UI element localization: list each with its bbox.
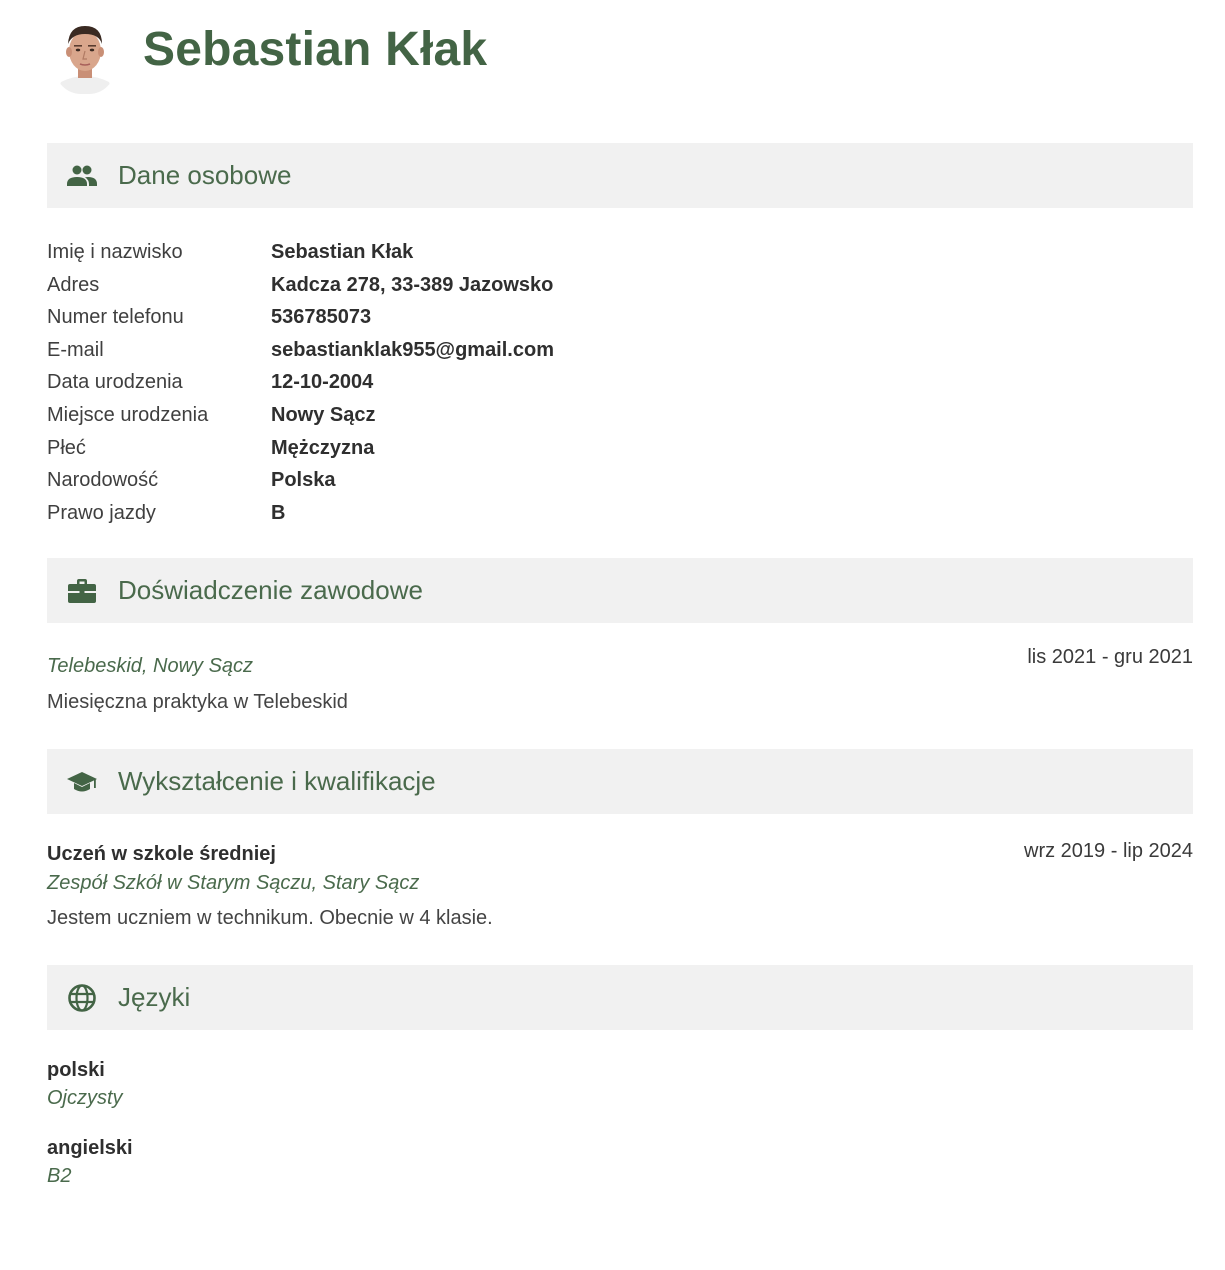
section-title-personal: Dane osobowe: [118, 160, 292, 190]
field-value: Sebastian Kłak: [271, 241, 414, 263]
section-title-education: Wykształcenie i kwalifikacje: [118, 766, 436, 796]
entry-description: Miesięczna praktyka w Telebeskid: [47, 691, 348, 713]
people-icon: [66, 161, 98, 191]
language-name: polski: [47, 1059, 105, 1081]
personal-row-email: E-mail sebastianklak955@gmail.com: [47, 336, 847, 369]
field-value: Nowy Sącz: [271, 403, 376, 426]
graduation-cap-icon: [66, 767, 98, 797]
entry-date: lis 2021 - gru 2021: [1027, 646, 1193, 668]
briefcase-icon: [66, 576, 98, 606]
language-level: B2: [47, 1165, 72, 1187]
field-label: Płeć: [47, 436, 86, 459]
field-label: Numer telefonu: [47, 306, 184, 329]
section-title-languages: Języki: [118, 982, 191, 1012]
field-value: B: [271, 501, 286, 524]
page-title: Sebastian Kłak: [143, 23, 488, 76]
field-value: 536785073: [271, 306, 372, 329]
language-level: Ojczysty: [47, 1087, 123, 1109]
entry-title: Uczeń w szkole średniej: [47, 843, 276, 865]
personal-data-list: Imię i nazwisko Sebastian Kłak Adres Kad…: [47, 238, 847, 531]
language-item: angielski B2: [47, 1137, 133, 1188]
language-name: angielski: [47, 1137, 133, 1159]
field-label: Imię i nazwisko: [47, 241, 183, 263]
personal-row-license: Prawo jazdy B: [47, 499, 847, 532]
field-label: Adres: [47, 273, 100, 296]
personal-row-address: Adres Kadcza 278, 33-389 Jazowsko: [47, 271, 847, 304]
field-value: sebastianklak955@gmail.com: [271, 338, 554, 361]
field-label: Data urodzenia: [47, 371, 183, 394]
field-value: 12-10-2004: [271, 371, 374, 394]
personal-row-phone: Numer telefonu 536785073: [47, 303, 847, 336]
cv-header: Sebastian Kłak: [47, 0, 1193, 110]
entry-description: Jestem uczniem w technikum. Obecnie w 4 …: [47, 907, 493, 929]
avatar: [55, 20, 115, 94]
section-title-experience: Doświadczenie zawodowe: [118, 575, 423, 605]
cv-page: Sebastian Kłak Dane osobowe Imię i nazwi…: [47, 0, 1193, 1187]
field-value: Mężczyzna: [271, 436, 375, 459]
field-label: Miejsce urodzenia: [47, 403, 209, 426]
language-item: polski Ojczysty: [47, 1059, 123, 1110]
entry-organization: Zespół Szkół w Starym Sączu, Stary Sącz: [47, 872, 420, 894]
personal-row-birthplace: Miejsce urodzenia Nowy Sącz: [47, 401, 847, 434]
section-header-experience: Doświadczenie zawodowe: [47, 558, 1193, 623]
field-label: Narodowość: [47, 469, 159, 492]
field-value: Polska: [271, 469, 336, 492]
globe-icon: [66, 983, 98, 1013]
field-value: Kadcza 278, 33-389 Jazowsko: [271, 273, 554, 296]
entry-date: wrz 2019 - lip 2024: [1024, 840, 1193, 862]
field-label: Prawo jazdy: [47, 501, 156, 524]
personal-row-name: Imię i nazwisko Sebastian Kłak: [47, 238, 847, 271]
personal-row-birthdate: Data urodzenia 12-10-2004: [47, 368, 847, 401]
personal-row-nationality: Narodowość Polska: [47, 466, 847, 499]
field-label: E-mail: [47, 338, 104, 361]
section-header-education: Wykształcenie i kwalifikacje: [47, 749, 1193, 814]
entry-organization: Telebeskid, Nowy Sącz: [47, 655, 254, 677]
section-header-personal: Dane osobowe: [47, 143, 1193, 208]
section-header-languages: Języki: [47, 965, 1193, 1030]
personal-row-gender: Płeć Mężczyzna: [47, 434, 847, 467]
